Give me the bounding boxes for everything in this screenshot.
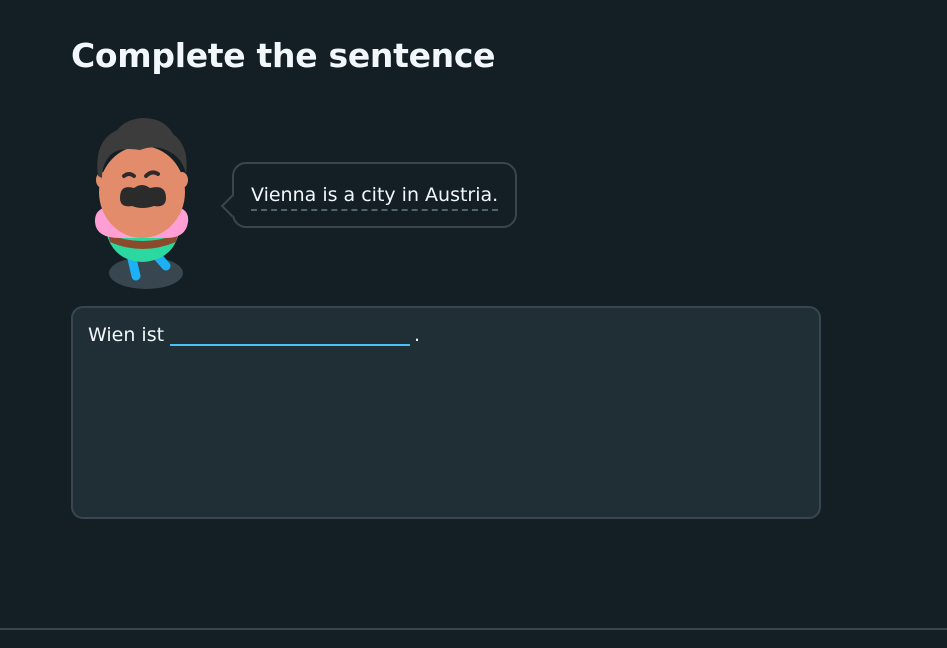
sentence-prefix: Wien ist [88,324,165,346]
blank-input[interactable] [170,320,411,346]
sentence-suffix: . [414,324,421,346]
speech-bubble-tail [220,194,244,218]
prompt-text[interactable]: Vienna is a city in Austria. [251,184,499,211]
mustached-character-icon [86,110,196,295]
page-title: Complete the sentence [71,36,496,75]
speech-bubble: Vienna is a city in Austria. [220,162,518,228]
answer-box: Wien ist . [71,306,821,519]
sentence: Wien ist . [88,320,420,346]
footer-divider [0,628,947,630]
